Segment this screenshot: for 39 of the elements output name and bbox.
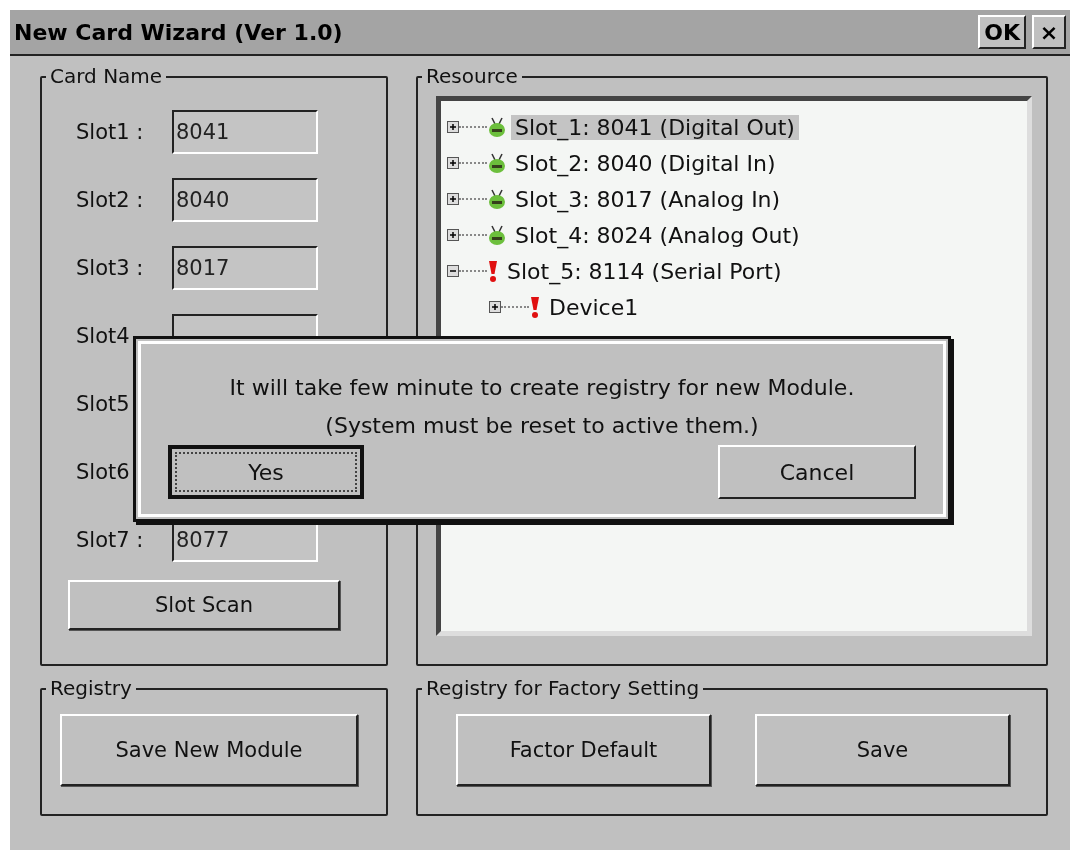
dialog-message: (System must be reset to active them.) [325,412,759,440]
close-button[interactable]: × [1032,15,1066,49]
tree-item[interactable]: Slot_3: 8017 (Analog In) [511,186,785,212]
expand-icon[interactable] [447,229,459,241]
expand-icon[interactable] [489,301,501,313]
device-icon [487,224,507,246]
tree-item[interactable]: Slot_5: 8114 (Serial Port) [503,258,786,284]
slot-field[interactable]: 8041 [172,110,318,154]
dialog-message: It will take few minute to create registry for new Module. [229,374,855,402]
factory-button[interactable]: Factor Default [456,714,711,786]
collapse-icon[interactable] [447,265,459,277]
factory-button[interactable]: Save [755,714,1010,786]
tree-item[interactable]: Slot_1: 8041 (Digital Out) [511,114,799,140]
slot-field[interactable]: 8017 [172,246,318,290]
tree-item[interactable]: Slot_4: 8024 (Analog Out) [511,222,804,248]
slot-label: Slot1 : [76,120,145,144]
expand-icon[interactable] [447,157,459,169]
dialog-button[interactable]: Cancel [718,445,916,499]
exclamation-icon [529,295,541,319]
device-icon [487,152,507,174]
slot-field[interactable]: 8040 [172,178,318,222]
window-title: New Card Wizard (Ver 1.0) [14,19,344,45]
tree-item[interactable]: Slot_2: 8040 (Digital In) [511,150,780,176]
device-icon [487,116,507,138]
slot-scan-button[interactable]: Slot Scan [68,580,340,630]
expand-icon[interactable] [447,121,459,133]
exclamation-icon [487,259,499,283]
device-icon [487,188,507,210]
save-module-button[interactable]: Save New Module [60,714,358,786]
slot-label: Slot4 [76,324,131,348]
slot-label: Slot5 [76,392,131,416]
slot-label: Slot2 : [76,188,145,212]
dialog-button[interactable]: Yes [168,445,364,499]
tree-item[interactable]: Device1 [545,294,643,320]
expand-icon[interactable] [447,193,459,205]
slot-label: Slot3 : [76,256,145,280]
ok-button[interactable]: OK [978,15,1026,49]
slot-label: Slot7 : [76,528,145,552]
slot-label: Slot6 [76,460,131,484]
